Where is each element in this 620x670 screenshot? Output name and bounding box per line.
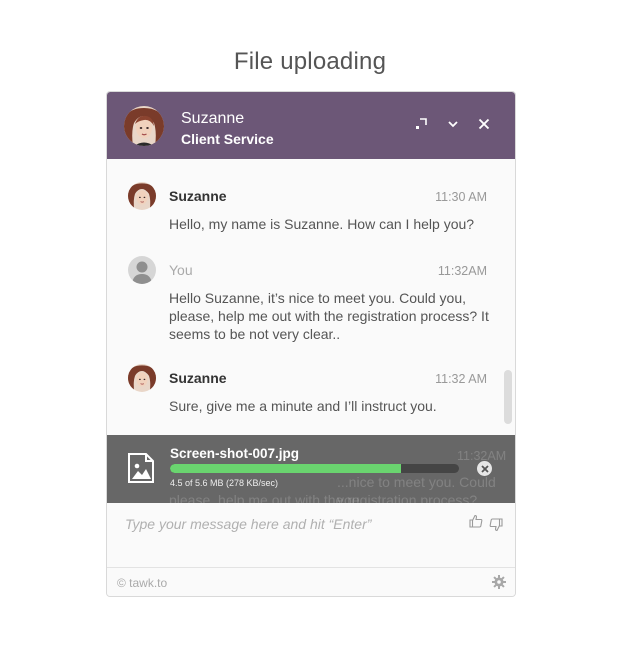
- upload-file-name: Screen-shot-007.jpg: [170, 446, 300, 461]
- page-title: File uploading: [233, 48, 387, 75]
- agent-name: Suzanne: [181, 110, 245, 127]
- close-icon: [478, 118, 490, 130]
- message-text: Sure, give me a minute and I’ll instruct…: [169, 398, 437, 414]
- close-button[interactable]: [474, 114, 494, 134]
- cancel-upload-icon: [480, 464, 489, 473]
- scrollbar-thumb[interactable]: [504, 370, 512, 424]
- upload-progress-fill: [170, 464, 402, 473]
- chat-footer: © tawk.to: [107, 567, 515, 596]
- image-file-icon: [128, 453, 154, 483]
- thumbs-up-button[interactable]: [469, 514, 483, 528]
- cancel-upload-button[interactable]: [477, 461, 492, 476]
- upload-progress-bar: [170, 464, 459, 473]
- composer: [107, 503, 515, 567]
- message-sender: Suzanne: [169, 370, 227, 386]
- brand-link[interactable]: © tawk.to: [117, 576, 167, 590]
- message-text: Hello, my name is Suzanne. How can I hel…: [169, 216, 475, 232]
- settings-button[interactable]: [492, 575, 506, 589]
- maximize-icon: [416, 118, 427, 129]
- agent-avatar-small: [128, 182, 156, 210]
- minimize-button[interactable]: [443, 114, 463, 134]
- chat-header: Suzanne Client Service: [107, 92, 515, 159]
- agent-role: Client Service: [181, 131, 274, 147]
- message-time: 11:30 AM: [435, 190, 487, 204]
- maximize-button[interactable]: [411, 114, 431, 134]
- upload-overlay: 11:32AM ...nice to meet you. Could you, …: [107, 435, 515, 508]
- upload-size-text: 4.5 of 5.6 MB (278 KB/sec): [170, 478, 279, 488]
- message-sender: You: [169, 262, 193, 278]
- agent-avatar-small: [128, 364, 156, 392]
- message-time: 11:32 AM: [435, 372, 487, 386]
- message-sender: Suzanne: [169, 188, 227, 204]
- thumbs-down-icon: [489, 518, 503, 532]
- message-input[interactable]: [125, 513, 455, 535]
- thumbs-up-icon: [469, 514, 483, 528]
- chevron-down-icon: [448, 121, 458, 128]
- agent-avatar: [124, 106, 164, 146]
- user-avatar: [128, 256, 156, 284]
- thumbs-down-button[interactable]: [489, 518, 503, 532]
- message-list[interactable]: Suzanne 11:30 AM Hello, my name is Suzan…: [107, 159, 515, 435]
- chat-widget: Suzanne Client Service Suzanne 11:30 AM …: [106, 91, 516, 597]
- message-text: Hello Suzanne, it’s nice to meet you. Co…: [169, 290, 489, 342]
- message-time: 11:32AM: [437, 264, 487, 278]
- gear-icon: [492, 575, 506, 589]
